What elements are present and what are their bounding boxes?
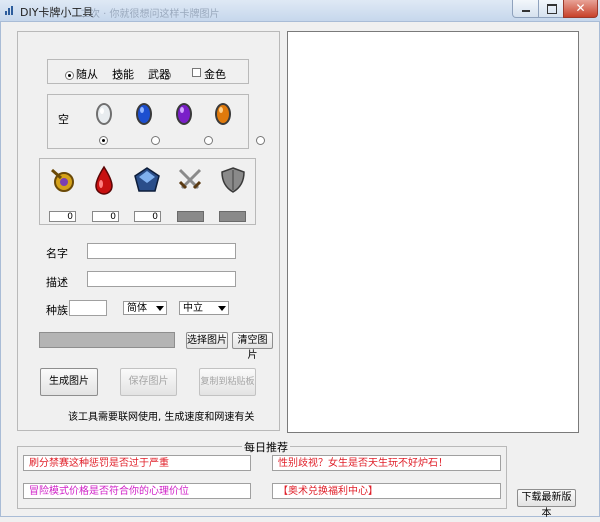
language-select[interactable]: 简体 <box>123 301 167 315</box>
maximize-button[interactable] <box>538 0 564 18</box>
recommend-link-3[interactable]: 冒险模式价格是否符合你的心理价位 <box>23 483 251 499</box>
name-input[interactable] <box>87 243 236 259</box>
mana-value[interactable]: 0 <box>49 211 76 222</box>
recommend-link-2[interactable]: 性别歧视？女生是否天生玩不好炉石！ <box>272 455 501 471</box>
network-note: 该工具需要联网使用, 生成速度和网速有关 <box>68 412 255 423</box>
app-icon <box>5 6 13 15</box>
copy-to-clipboard-button[interactable]: 复制到粘贴板 <box>199 368 256 396</box>
crystal-icon <box>134 167 160 192</box>
race-label: 种族 <box>46 304 68 317</box>
golden-checkbox[interactable] <box>192 68 201 77</box>
radio-minion[interactable] <box>65 70 74 80</box>
name-label: 名字 <box>46 247 68 260</box>
orange-gem-icon <box>215 103 231 125</box>
disabled-stat-box <box>219 211 246 222</box>
shield-icon <box>221 167 245 193</box>
chevron-down-icon <box>218 306 226 311</box>
purple-gem-icon <box>176 103 192 125</box>
race-input[interactable] <box>69 300 107 316</box>
close-button[interactable]: ✕ <box>563 0 598 18</box>
language-select-value: 简体 <box>127 303 147 314</box>
daily-recommend-title: 每日推荐 <box>242 439 290 455</box>
radio-weapon-label: 武器 <box>148 68 170 81</box>
health-drop-icon <box>95 165 113 195</box>
download-latest-button[interactable]: 下载最新版本 <box>517 489 576 519</box>
radio-spell-label: 技能 <box>112 68 134 81</box>
health-value[interactable]: 0 <box>134 211 161 222</box>
silver-gem-icon <box>96 103 112 125</box>
card-preview-panel <box>287 31 579 433</box>
alignment-select-value: 中立 <box>183 303 203 314</box>
golden-label: 金色 <box>204 68 226 81</box>
choose-image-button[interactable]: 选择图片 <box>186 332 228 349</box>
window-title-ghost: 二次 · 你就很想问这样卡牌图片 <box>80 9 220 20</box>
chevron-down-icon <box>156 306 164 311</box>
minimize-button[interactable] <box>512 0 539 18</box>
empty-gem-label: 空 <box>58 113 69 126</box>
gem-radio-empty[interactable] <box>98 135 108 145</box>
save-image-button[interactable]: 保存图片 <box>120 368 177 396</box>
disabled-stat-box <box>177 211 204 222</box>
blue-gem-icon <box>136 103 152 125</box>
recommend-link-4[interactable]: 【奥术兑换福利中心】 <box>272 483 501 499</box>
desc-input[interactable] <box>87 271 236 287</box>
radio-minion-label: 随从 <box>76 68 98 81</box>
gem-radio-blue[interactable] <box>203 135 213 145</box>
crossed-swords-icon <box>178 168 202 190</box>
mana-icon <box>51 168 74 192</box>
image-path-field <box>39 332 175 348</box>
gem-radio-purple[interactable] <box>256 135 265 145</box>
generate-image-button[interactable]: 生成图片 <box>40 368 98 396</box>
recommend-link-1[interactable]: 刷分禁赛这种惩罚是否过于严重 <box>23 455 251 471</box>
attack-value[interactable]: 0 <box>92 211 119 222</box>
alignment-select[interactable]: 中立 <box>179 301 229 315</box>
clear-image-button[interactable]: 清空图片 <box>232 332 273 361</box>
gem-radio-silver[interactable] <box>151 135 160 145</box>
desc-label: 描述 <box>46 276 68 289</box>
